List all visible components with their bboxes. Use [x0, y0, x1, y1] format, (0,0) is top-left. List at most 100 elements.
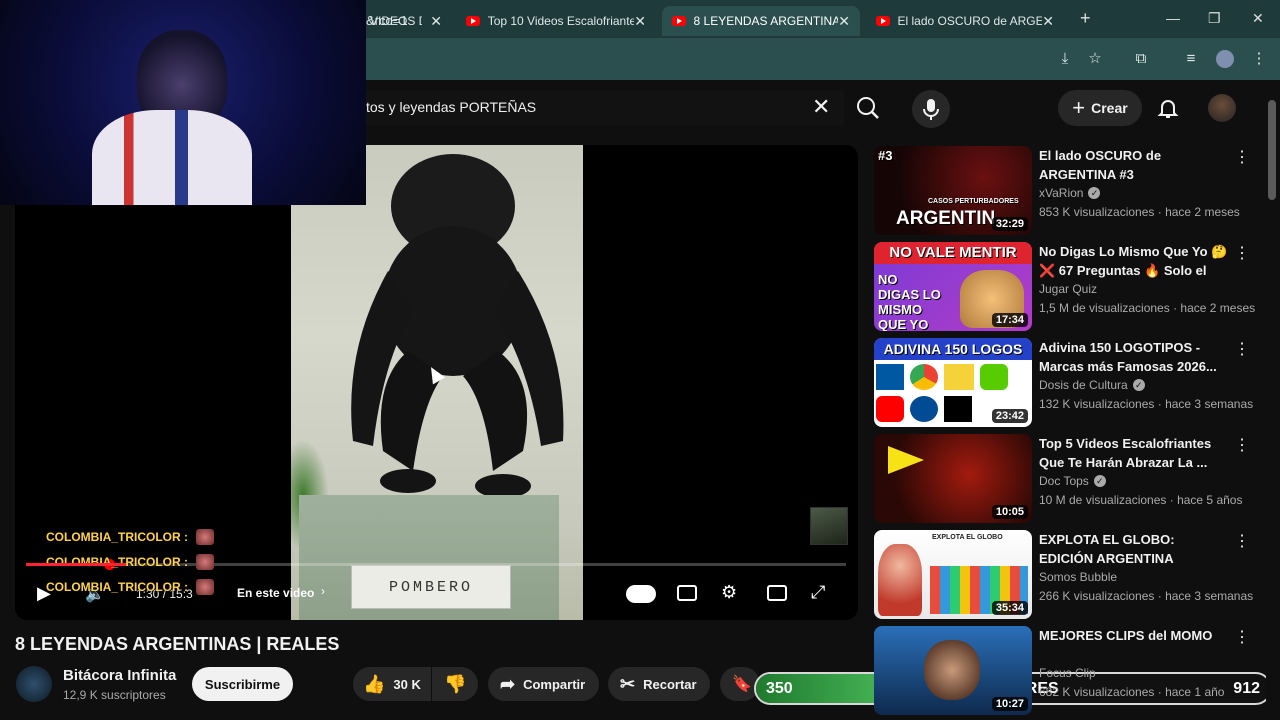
close-tab-icon[interactable]: ✕: [1042, 13, 1054, 30]
video-duration: 17:34: [991, 313, 1028, 327]
streamer-jersey: [92, 110, 252, 205]
close-tab-icon[interactable]: ✕: [838, 13, 850, 30]
subtitles-icon[interactable]: [677, 585, 697, 601]
video-title[interactable]: Top 5 Videos Escalofriantes Que Te Harán…: [1039, 434, 1231, 472]
chat-emote: [196, 579, 214, 595]
subscribe-button[interactable]: Suscribirme: [192, 667, 293, 701]
browser-tab[interactable]: Top 10 Videos Escalofriantes ✕: [456, 6, 656, 36]
more-options-icon[interactable]: ⋮: [1234, 532, 1250, 552]
browser-menu-icon[interactable]: ⋮: [1250, 50, 1268, 68]
video-thumbnail[interactable]: 10:27: [874, 626, 1032, 715]
recommendation-item[interactable]: 10:05 Top 5 Videos Escalofriantes Que Te…: [874, 434, 1254, 524]
video-title[interactable]: El lado OSCURO de ARGENTINA #3: [1039, 146, 1231, 184]
extensions-icon[interactable]: ⧉: [1132, 50, 1150, 68]
upload-age: hace 2 meses: [1165, 205, 1240, 219]
search-icon[interactable]: [848, 90, 888, 126]
view-count: 266 K visualizaciones: [1039, 589, 1155, 603]
logo-tile: [980, 364, 1008, 390]
channel-name-text[interactable]: Jugar Quiz: [1039, 282, 1097, 296]
media-controls-icon[interactable]: ≡: [1182, 50, 1200, 68]
logo-tile: [876, 364, 904, 390]
notifications-bell-icon[interactable]: [1156, 96, 1180, 120]
channel-name-text[interactable]: Focus Clip: [1039, 666, 1096, 680]
recommendation-item[interactable]: #3 CASOS PERTURBADORES ARGENTIN 32:29 El…: [874, 146, 1254, 236]
maximize-window-button[interactable]: ❐: [1208, 10, 1221, 27]
clip-button[interactable]: ✂ Recortar: [608, 667, 710, 701]
fullscreen-icon[interactable]: ⤢: [811, 582, 825, 603]
recommendation-item[interactable]: NO VALE MENTIR NO DIGAS LO MISMO QUE YO …: [874, 242, 1255, 332]
recommendation-item[interactable]: EXPLOTA EL GLOBO 35:34 EXPLOTA EL GLOBO:…: [874, 530, 1254, 620]
video-player[interactable]: POMBERO ▶ 🔈 1:30 / 15:3 En este video › …: [15, 145, 858, 620]
scrollbar-thumb[interactable]: [1268, 100, 1276, 200]
close-tab-icon[interactable]: ✕: [634, 13, 646, 30]
voice-search-button[interactable]: [912, 90, 950, 128]
channel-name: Dosis de Cultura ✓: [1039, 378, 1145, 392]
like-button[interactable]: 👍 30 K: [353, 667, 431, 701]
video-thumbnail[interactable]: NO VALE MENTIR NO DIGAS LO MISMO QUE YO …: [874, 242, 1032, 331]
video-meta: 266 K visualizaciones · hace 3 semanas: [1039, 589, 1254, 603]
dislike-button[interactable]: 👎: [432, 667, 478, 701]
more-options-icon[interactable]: ⋮: [1234, 148, 1250, 168]
bookmark-star-icon[interactable]: ☆: [1086, 50, 1104, 68]
streamer-image: [924, 640, 980, 700]
arrow-icon: [888, 446, 924, 474]
more-options-icon[interactable]: ⋮: [1234, 628, 1250, 648]
channel-name-text[interactable]: Dosis de Cultura: [1039, 378, 1128, 392]
settings-gear-icon[interactable]: ⚙: [721, 582, 737, 603]
view-count: 682 K visualizaciones: [1039, 685, 1155, 699]
close-window-button[interactable]: ✕: [1252, 10, 1264, 27]
channel-watermark[interactable]: [810, 507, 848, 545]
channel-name-text[interactable]: xVaRion: [1039, 186, 1083, 200]
minimize-window-button[interactable]: —: [1166, 10, 1180, 26]
theater-mode-icon[interactable]: [767, 585, 787, 601]
video-thumbnail[interactable]: #3 CASOS PERTURBADORES ARGENTIN 32:29: [874, 146, 1032, 235]
clip-label: Recortar: [643, 676, 697, 692]
video-thumbnail[interactable]: 10:05: [874, 434, 1032, 523]
logo-tile: [944, 364, 974, 390]
share-button[interactable]: ➦ Compartir: [488, 667, 599, 701]
create-button[interactable]: + Crear: [1058, 90, 1142, 126]
address-bar-url[interactable]: &rco=1: [366, 13, 408, 28]
video-title[interactable]: No Digas Lo Mismo Que Yo 🤔 ❌ 67 Pregunta…: [1039, 242, 1231, 280]
chevron-right-icon[interactable]: ›: [321, 584, 325, 598]
recommendation-item[interactable]: 10:27 MEJORES CLIPS del MOMO Focus Clip …: [874, 626, 1254, 716]
new-tab-button[interactable]: +: [1080, 8, 1091, 29]
channel-name[interactable]: Bitácora Infinita: [63, 667, 176, 684]
account-avatar[interactable]: [1208, 94, 1236, 122]
video-meta: 853 K visualizaciones · hace 2 meses: [1039, 205, 1240, 219]
video-thumbnail[interactable]: ADIVINA 150 LOGOS 23:42: [874, 338, 1032, 427]
thumbnail-text: NO VALE MENTIR: [874, 242, 1032, 264]
more-options-icon[interactable]: ⋮: [1234, 436, 1250, 456]
browser-tab[interactable]: El lado OSCURO de ARGENT ✕: [866, 6, 1064, 36]
upload-age: hace 3 semanas: [1165, 589, 1254, 603]
video-title[interactable]: EXPLOTA EL GLOBO: EDICIÓN ARGENTINA: [1039, 530, 1231, 568]
video-title[interactable]: MEJORES CLIPS del MOMO: [1039, 626, 1231, 645]
channel-name: Jugar Quiz: [1039, 282, 1097, 296]
channel-name-text[interactable]: Somos Bubble: [1039, 570, 1117, 584]
close-tab-icon[interactable]: ✕: [430, 13, 442, 30]
more-options-icon[interactable]: ⋮: [1234, 244, 1250, 264]
video-thumbnail[interactable]: EXPLOTA EL GLOBO 35:34: [874, 530, 1032, 619]
share-arrow-icon: ➦: [500, 673, 516, 694]
channel-avatar[interactable]: [16, 666, 52, 702]
thumbnail-text: NO DIGAS LO MISMO QUE YO: [878, 272, 941, 331]
chat-divider: [26, 563, 126, 566]
verified-check-icon: ✓: [1088, 187, 1101, 199]
channel-name-text[interactable]: Doc Tops: [1039, 474, 1089, 488]
profile-avatar-icon[interactable]: [1216, 50, 1234, 68]
video-title[interactable]: Adivina 150 LOGOTIPOS - Marcas más Famos…: [1039, 338, 1231, 376]
clear-search-icon[interactable]: ✕: [812, 94, 830, 120]
thumbnail-text: ADIVINA 150 LOGOS: [874, 338, 1032, 360]
autoplay-toggle[interactable]: [626, 585, 656, 603]
install-app-icon[interactable]: ⤓: [1056, 50, 1074, 68]
video-duration: 10:05: [991, 505, 1028, 519]
video-duration: 32:29: [991, 217, 1028, 231]
browser-tab-active[interactable]: 8 LEYENDAS ARGENTINAS | ✕: [662, 6, 860, 36]
recommendation-item[interactable]: ADIVINA 150 LOGOS 23:42 Adivina 150 LOGO…: [874, 338, 1254, 428]
microphone-icon: [923, 99, 939, 120]
thumbs-down-icon: 👎: [444, 673, 467, 694]
video-frame: POMBERO: [291, 145, 583, 620]
in-this-video-label[interactable]: En este video: [237, 586, 314, 600]
more-options-icon[interactable]: ⋮: [1234, 340, 1250, 360]
channel-name: Doc Tops ✓: [1039, 474, 1106, 488]
